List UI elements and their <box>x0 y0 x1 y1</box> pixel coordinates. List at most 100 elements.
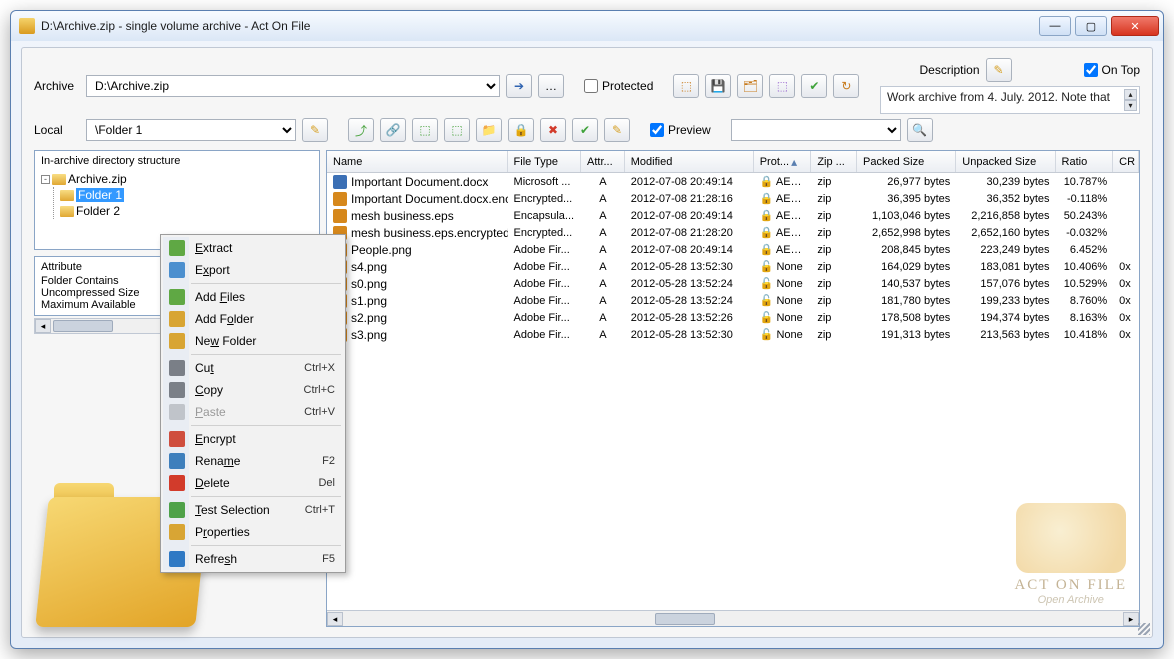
unlock-icon: 🔓 <box>760 261 774 273</box>
window-title: D:\Archive.zip - single volume archive -… <box>41 19 1035 33</box>
local-combo[interactable]: \Folder 1 <box>86 119 296 141</box>
menu-item[interactable]: Properties <box>163 521 343 543</box>
archive-combo[interactable]: D:\Archive.zip <box>86 75 500 97</box>
toolbar-btn-3[interactable]: 🗂 <box>737 74 763 98</box>
protected-checkbox[interactable]: Protected <box>584 79 653 93</box>
file-protection: 🔓 None <box>754 260 812 273</box>
file-attr: A <box>581 329 625 341</box>
column-header[interactable]: Attr... <box>581 151 625 172</box>
toolbar-btn-5[interactable]: ✔ <box>801 74 827 98</box>
column-header[interactable]: Name <box>327 151 508 172</box>
tb2-btn-3[interactable]: ⬚ <box>412 118 438 142</box>
table-row[interactable]: People.pngAdobe Fir...A2012-07-08 20:49:… <box>327 241 1139 258</box>
column-header[interactable]: Prot... ▴ <box>754 151 812 172</box>
table-row[interactable]: Important Document.docxMicrosoft ...A201… <box>327 173 1139 190</box>
toolbar-btn-1[interactable]: ⬚ <box>673 74 699 98</box>
column-header[interactable]: File Type <box>508 151 581 172</box>
scroll-thumb[interactable] <box>53 320 113 332</box>
menu-shortcut: F5 <box>322 553 335 565</box>
toolbar-btn-6[interactable]: ↻ <box>833 74 859 98</box>
tb2-btn-7[interactable]: ✖ <box>540 118 566 142</box>
file-packed: 181,780 bytes <box>857 295 956 307</box>
local-edit-button[interactable]: ✎ <box>302 118 328 142</box>
menu-item[interactable]: Add Files <box>163 286 343 308</box>
menu-item[interactable]: Extract <box>163 237 343 259</box>
preview-combo[interactable] <box>731 119 901 141</box>
lock-icon: 🔒 <box>760 210 774 222</box>
preview-checkbox[interactable]: Preview <box>650 123 711 137</box>
filelist-hscroll[interactable]: ◂ ▸ <box>327 610 1139 626</box>
menu-item[interactable]: CopyCtrl+C <box>163 379 343 401</box>
menu-icon <box>169 262 185 278</box>
desc-scroll-up[interactable]: ▴ <box>1124 89 1137 100</box>
description-edit-button[interactable]: ✎ <box>986 58 1012 82</box>
table-row[interactable]: s3.pngAdobe Fir...A2012-05-28 13:52:30🔓 … <box>327 326 1139 343</box>
collapse-icon[interactable]: - <box>41 175 50 184</box>
scroll-thumb[interactable] <box>655 613 715 625</box>
archive-go-button[interactable]: ➔ <box>506 74 532 98</box>
description-text[interactable]: Work archive from 4. July. 2012. Note th… <box>880 86 1140 114</box>
menu-item[interactable]: DeleteDel <box>163 472 343 494</box>
unlock-icon: 🔓 <box>760 312 774 324</box>
titlebar[interactable]: D:\Archive.zip - single volume archive -… <box>11 11 1163 41</box>
archive-browse-button[interactable]: … <box>538 74 564 98</box>
tb2-btn-9[interactable]: ✎ <box>604 118 630 142</box>
file-crc: 0x <box>1113 295 1139 307</box>
toolbar-btn-4[interactable]: ⬚ <box>769 74 795 98</box>
menu-item[interactable]: CutCtrl+X <box>163 357 343 379</box>
table-row[interactable]: Important Document.docx.encry...Encrypte… <box>327 190 1139 207</box>
tb2-btn-1[interactable]: ⤴ <box>348 118 374 142</box>
tb2-btn-6[interactable]: 🔒 <box>508 118 534 142</box>
menu-item[interactable]: RenameF2 <box>163 450 343 472</box>
preview-search-button[interactable]: 🔍 <box>907 118 933 142</box>
menu-item[interactable]: RefreshF5 <box>163 548 343 570</box>
column-header[interactable]: Ratio <box>1056 151 1114 172</box>
context-menu[interactable]: ExtractExport Add FilesAdd FolderNew Fold… <box>160 234 346 573</box>
menu-label: Paste <box>195 405 304 419</box>
table-row[interactable]: mesh business.epsEncapsula...A2012-07-08… <box>327 207 1139 224</box>
file-name: mesh business.eps <box>351 209 454 223</box>
menu-item[interactable]: Export <box>163 259 343 281</box>
unlock-icon: 🔓 <box>760 329 774 341</box>
menu-item[interactable]: Encrypt <box>163 428 343 450</box>
menu-shortcut: Ctrl+T <box>305 504 335 516</box>
table-row[interactable]: mesh business.eps.encryptedEncrypted...A… <box>327 224 1139 241</box>
minimize-button[interactable]: — <box>1039 16 1071 36</box>
column-header[interactable]: Modified <box>625 151 754 172</box>
menu-item[interactable]: Add Folder <box>163 308 343 330</box>
file-type: Microsoft ... <box>508 176 581 188</box>
table-row[interactable]: s0.pngAdobe Fir...A2012-05-28 13:52:24🔓 … <box>327 275 1139 292</box>
tb2-btn-2[interactable]: 🔗 <box>380 118 406 142</box>
column-header[interactable]: CR <box>1113 151 1139 172</box>
file-ratio: 10.418% <box>1056 329 1114 341</box>
maximize-button[interactable]: ▢ <box>1075 16 1107 36</box>
tree-folder-2[interactable]: Folder 2 <box>60 203 313 219</box>
file-type: Adobe Fir... <box>508 278 581 290</box>
file-protection: 🔓 None <box>754 294 812 307</box>
scroll-left-icon[interactable]: ◂ <box>35 319 51 333</box>
desc-scroll-down[interactable]: ▾ <box>1124 100 1137 111</box>
resize-grip[interactable] <box>1138 623 1150 635</box>
tree-folder-1[interactable]: Folder 1 <box>60 187 313 203</box>
column-header[interactable]: Zip ... <box>811 151 857 172</box>
tb2-btn-5[interactable]: 📁 <box>476 118 502 142</box>
column-header[interactable]: Unpacked Size <box>956 151 1055 172</box>
menu-item[interactable]: Test SelectionCtrl+T <box>163 499 343 521</box>
tree-root[interactable]: - Archive.zip <box>41 171 313 187</box>
scroll-right-icon[interactable]: ▸ <box>1123 612 1139 626</box>
close-button[interactable]: ✕ <box>1111 16 1159 36</box>
table-row[interactable]: s2.pngAdobe Fir...A2012-05-28 13:52:26🔓 … <box>327 309 1139 326</box>
menu-item[interactable]: New Folder <box>163 330 343 352</box>
file-unpacked: 194,374 bytes <box>956 312 1055 324</box>
file-list[interactable]: NameFile TypeAttr...ModifiedProt... ▴Zip… <box>326 150 1140 627</box>
column-header-row[interactable]: NameFile TypeAttr...ModifiedProt... ▴Zip… <box>327 151 1139 173</box>
table-row[interactable]: s4.pngAdobe Fir...A2012-05-28 13:52:30🔓 … <box>327 258 1139 275</box>
tb2-btn-8[interactable]: ✔ <box>572 118 598 142</box>
scroll-left-icon[interactable]: ◂ <box>327 612 343 626</box>
ontop-checkbox[interactable]: On Top <box>1084 63 1140 77</box>
toolbar-btn-2[interactable]: 💾 <box>705 74 731 98</box>
table-row[interactable]: s1.pngAdobe Fir...A2012-05-28 13:52:24🔓 … <box>327 292 1139 309</box>
tb2-btn-4[interactable]: ⬚ <box>444 118 470 142</box>
column-header[interactable]: Packed Size <box>857 151 956 172</box>
client-area: Archive D:\Archive.zip ➔ … Protected ⬚ 💾… <box>21 47 1153 638</box>
